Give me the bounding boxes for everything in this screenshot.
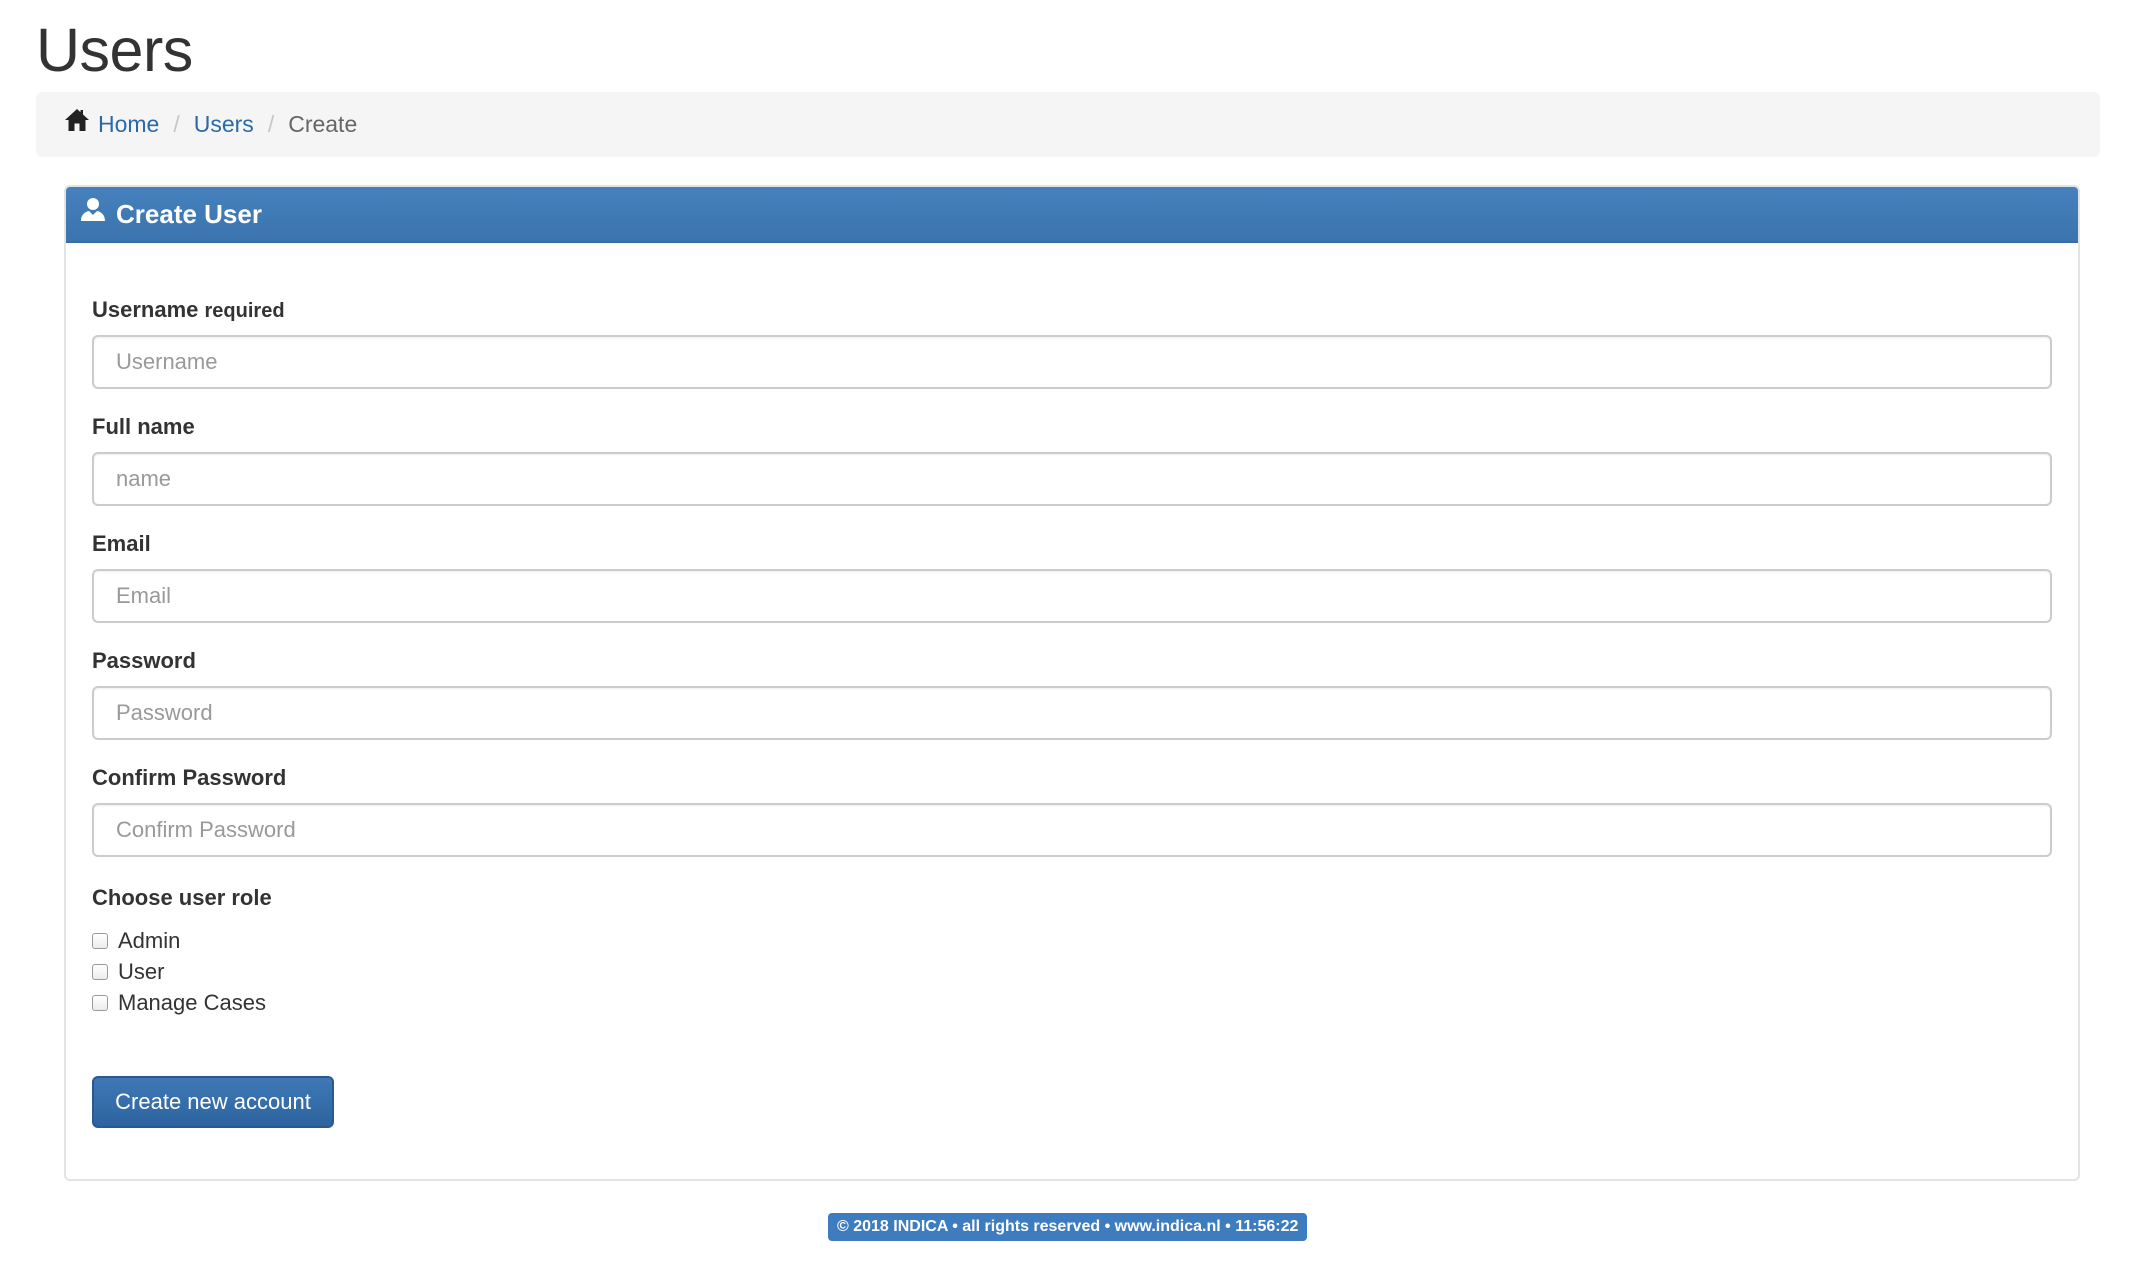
user-role-label: Choose user role [92,885,272,910]
breadcrumb-separator: / [267,111,275,137]
password-input[interactable] [92,686,2052,740]
breadcrumb: Home / Users / Create [36,92,2100,157]
footer-copyright: © 2018 INDICA • all rights reserved • ww… [828,1213,1308,1241]
admin-checkbox-label[interactable]: Admin [118,928,180,954]
password-group: Password [92,648,2052,765]
page-title: Users [36,16,193,84]
username-label-text: Username [92,297,199,322]
breadcrumb-home-link[interactable]: Home [98,111,159,138]
create-account-button[interactable]: Create new account [92,1076,334,1128]
confirm-password-group: Confirm Password [92,765,2052,882]
manage-cases-checkbox-label[interactable]: Manage Cases [118,990,266,1016]
fullname-group: Full name [92,414,2052,531]
fullname-input[interactable] [92,452,2052,506]
panel-heading: Create User [66,187,2078,243]
email-input[interactable] [92,569,2052,623]
breadcrumb-users-link[interactable]: Users [194,111,254,138]
role-option-user[interactable]: User [92,956,2052,987]
home-icon[interactable] [64,107,90,133]
create-user-panel: Create User Username required Full name … [64,185,2080,1181]
page: Users Home / Users / Create Create User … [0,0,2134,1262]
user-role-group: Choose user role Admin User Manage Cases [92,885,2052,1018]
password-label: Password [92,648,196,673]
user-checkbox-label[interactable]: User [118,959,164,985]
username-group: Username required [92,297,2052,414]
email-group: Email [92,531,2052,648]
role-option-admin[interactable]: Admin [92,925,2052,956]
role-checkbox-list: Admin User Manage Cases [92,925,2052,1018]
email-label: Email [92,531,151,556]
breadcrumb-separator: / [173,111,180,137]
username-required-hint: required [204,300,285,322]
username-input[interactable] [92,335,2052,389]
user-checkbox[interactable] [92,963,108,980]
admin-checkbox[interactable] [92,932,108,949]
user-icon [81,198,105,221]
breadcrumb-current: Create [288,111,358,137]
fullname-label: Full name [92,414,195,439]
username-label: Username required [92,297,2052,323]
confirm-password-input[interactable] [92,803,2052,857]
manage-cases-checkbox[interactable] [92,994,108,1011]
role-option-manage-cases[interactable]: Manage Cases [92,987,2052,1018]
panel-title: Create User [116,198,262,229]
confirm-password-label: Confirm Password [92,765,287,790]
create-user-form: Username required Full name Email Passwo… [92,297,2052,1018]
